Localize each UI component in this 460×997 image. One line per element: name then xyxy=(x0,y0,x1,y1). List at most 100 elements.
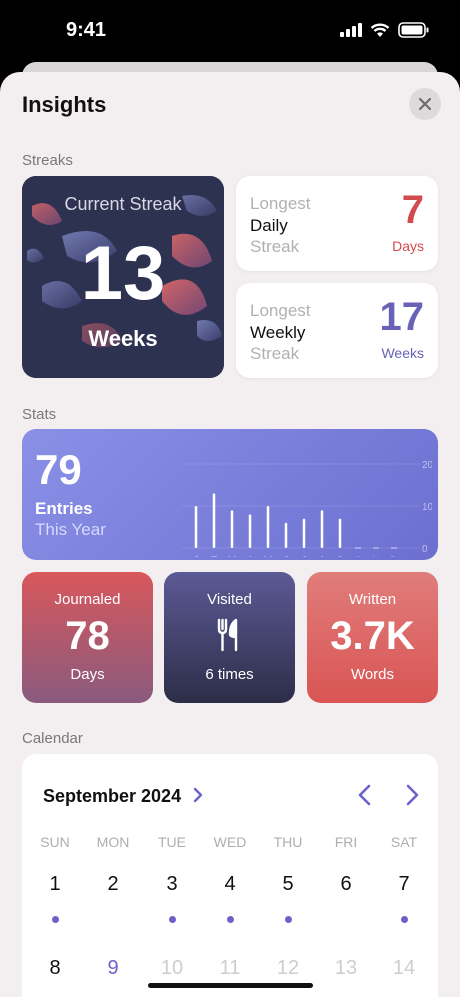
journaled-unit: Days xyxy=(70,666,105,683)
status-bar: 9:41 xyxy=(0,0,460,62)
chart-x-tick: J xyxy=(301,555,307,557)
chart-bar xyxy=(266,506,270,548)
calendar-day[interactable]: 11 xyxy=(205,957,255,980)
battery-icon xyxy=(398,22,429,38)
section-label-streaks: Streaks xyxy=(22,152,73,169)
chart-x-tick: S xyxy=(336,555,343,557)
section-label-calendar: Calendar xyxy=(22,730,83,747)
chart-x-tick: M xyxy=(263,555,272,557)
close-icon xyxy=(418,97,432,111)
journaled-value: 78 xyxy=(65,614,110,658)
weekday-sat: SAT xyxy=(390,834,418,850)
chart-y-tick: 10 xyxy=(422,502,432,513)
weekly-streak-value: 17 xyxy=(379,295,425,339)
calendar-day[interactable]: 12 xyxy=(263,957,313,980)
calendar-day[interactable]: 6 xyxy=(321,873,371,896)
entry-dot xyxy=(168,916,176,923)
chart-x-tick: F xyxy=(211,555,218,557)
chart-x-tick: N xyxy=(372,555,380,557)
chart-x-tick: A xyxy=(318,555,326,557)
entries-label: Entries xyxy=(35,499,93,518)
written-tile[interactable]: Written 3.7K Words xyxy=(307,572,438,703)
close-button[interactable] xyxy=(409,88,441,120)
chart-bar xyxy=(338,518,342,548)
calendar-month-title[interactable]: September 2024 xyxy=(43,786,181,807)
chevron-right-icon[interactable] xyxy=(192,787,204,803)
chart-x-tick: D xyxy=(390,555,398,557)
chart-bar xyxy=(230,510,234,548)
calendar-day[interactable]: 2 xyxy=(88,873,138,896)
calendar-day[interactable]: 7 xyxy=(379,873,429,896)
weekday-mon: MON xyxy=(96,834,130,850)
weekday-tue: TUE xyxy=(158,834,186,850)
calendar-day[interactable]: 8 xyxy=(30,957,80,980)
entry-dot xyxy=(51,916,59,923)
chart-y-tick: 0 xyxy=(422,544,428,555)
calendar-day[interactable]: 14 xyxy=(379,957,429,980)
written-unit: Words xyxy=(350,666,395,683)
entries-sublabel: This Year xyxy=(35,520,106,539)
longest-weekly-streak-card[interactable]: Longest Weekly Streak 17 Weeks xyxy=(236,283,438,378)
status-icons xyxy=(340,22,430,38)
weekday-sun: SUN xyxy=(40,834,70,850)
calendar-day[interactable]: 13 xyxy=(321,957,371,980)
entries-value: 79 xyxy=(35,446,82,493)
calendar-day[interactable]: 5 xyxy=(263,873,313,896)
current-streak-card[interactable]: Current Streak 13 Weeks xyxy=(22,176,224,378)
journaled-tile[interactable]: Journaled 78 Days xyxy=(22,572,153,703)
daily-streak-unit: Days xyxy=(392,238,424,254)
wifi-icon xyxy=(370,23,390,37)
calendar-day[interactable]: 4 xyxy=(205,873,255,896)
chart-x-tick: M xyxy=(227,555,236,557)
written-label: Written xyxy=(348,591,397,608)
fork-knife-icon xyxy=(217,618,238,652)
home-indicator xyxy=(148,983,313,988)
chart-bar xyxy=(194,506,198,548)
current-streak-unit: Weeks xyxy=(88,326,158,351)
chart-x-tick: O xyxy=(354,555,363,557)
chart-x-tick: J xyxy=(193,555,199,557)
weekly-streak-line3: Streak xyxy=(250,344,300,363)
entry-dot xyxy=(400,916,408,923)
chart-bar xyxy=(248,514,252,548)
signal-icon xyxy=(340,23,362,37)
weekly-streak-line1: Longest xyxy=(250,301,311,320)
chart-x-tick: J xyxy=(283,555,289,557)
chart-bar xyxy=(320,510,324,548)
chart-y-tick: 20 xyxy=(422,460,432,471)
visited-label: Visited xyxy=(207,591,252,608)
insights-sheet: Insights Streaks Current Streak 13 Weeks… xyxy=(0,72,460,997)
entry-dot xyxy=(284,916,292,923)
current-streak-label: Current Streak xyxy=(64,194,182,214)
chart-bar xyxy=(212,493,216,548)
page-title: Insights xyxy=(22,92,107,117)
chart-bar xyxy=(302,518,306,548)
weekly-streak-unit: Weeks xyxy=(381,345,424,361)
daily-streak-line1: Longest xyxy=(250,194,311,213)
written-value: 3.7K xyxy=(330,614,415,658)
visited-tile[interactable]: Visited 6 times xyxy=(164,572,295,703)
weekday-thu: THU xyxy=(273,834,303,850)
entries-chart: 20 10 0 J F M A M J J A S O N D xyxy=(182,460,432,557)
entry-dot xyxy=(226,916,234,923)
daily-streak-line2: Daily xyxy=(250,216,288,235)
previous-month-button[interactable] xyxy=(357,784,373,806)
calendar-day[interactable]: 10 xyxy=(147,957,197,980)
entries-card[interactable]: 79 Entries This Year 20 10 0 J F M A M J J A S O N D xyxy=(22,429,438,560)
next-month-button[interactable] xyxy=(404,784,420,806)
calendar-day[interactable]: 9 xyxy=(88,957,138,980)
status-time: 9:41 xyxy=(66,19,107,41)
calendar-day[interactable]: 1 xyxy=(30,873,80,896)
weekly-streak-line2: Weekly xyxy=(250,323,306,342)
weekday-wed: WED xyxy=(213,834,247,850)
weekday-fri: FRI xyxy=(334,834,358,850)
current-streak-value: 13 xyxy=(80,231,166,316)
journaled-label: Journaled xyxy=(54,591,121,608)
longest-daily-streak-card[interactable]: Longest Daily Streak 7 Days xyxy=(236,176,438,271)
calendar-day[interactable]: 3 xyxy=(147,873,197,896)
calendar-card: September 2024 SUN MON TUE WED THU FRI S… xyxy=(22,754,438,997)
chart-x-tick: A xyxy=(246,555,254,557)
section-label-stats: Stats xyxy=(22,406,57,423)
daily-streak-value: 7 xyxy=(401,188,424,232)
daily-streak-line3: Streak xyxy=(250,237,300,256)
